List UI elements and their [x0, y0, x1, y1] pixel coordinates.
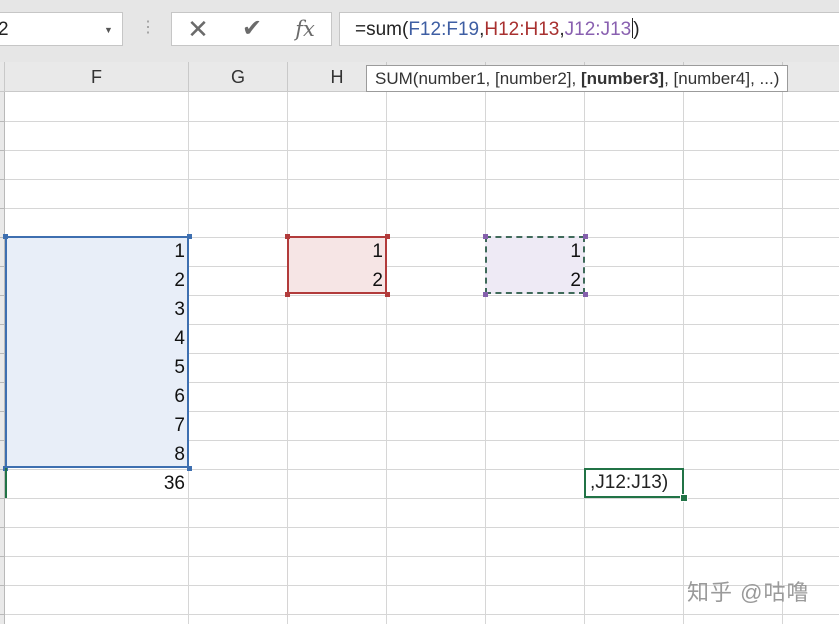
column-header-m[interactable]	[783, 62, 839, 92]
range-corner-handle[interactable]	[583, 292, 588, 297]
tooltip-suffix: , [number4], ...)	[664, 69, 780, 88]
range-corner-handle[interactable]	[187, 234, 192, 239]
tooltip-current-arg: [number3]	[580, 69, 665, 88]
column-header-f[interactable]: F	[5, 62, 189, 92]
formula-ref-h: H12:H13	[484, 19, 560, 40]
cell-value[interactable]: 1	[485, 237, 581, 266]
sum-total-cell[interactable]: 36	[5, 469, 185, 498]
cell-value[interactable]: 4	[5, 324, 185, 353]
range-corner-handle[interactable]	[385, 292, 390, 297]
cell-value[interactable]: 6	[5, 382, 185, 411]
insert-function-button[interactable]: fx	[285, 13, 325, 45]
range-corner-handle[interactable]	[187, 466, 192, 471]
cell-grid[interactable]: 12345678 12 12 36	[3, 92, 839, 624]
cell-value[interactable]: 1	[5, 237, 185, 266]
cell-value[interactable]: 1	[287, 237, 383, 266]
formula-ref-j: J12:J13	[564, 19, 632, 40]
range-corner-handle[interactable]	[385, 234, 390, 239]
cell-value[interactable]: 5	[5, 353, 185, 382]
drag-handle-icon[interactable]: ⋮	[140, 12, 156, 46]
active-row-indicator	[5, 468, 7, 498]
cell-value[interactable]: 2	[287, 266, 383, 295]
formula-prefix: =sum(	[355, 19, 409, 40]
range-corner-handle[interactable]	[583, 234, 588, 239]
active-cell-text: ,J12:J13)	[590, 472, 669, 493]
formula-suffix: )	[633, 19, 640, 40]
cell-value[interactable]: 2	[485, 266, 581, 295]
cell-value[interactable]: 2	[5, 266, 185, 295]
check-icon[interactable]: ✔	[232, 13, 272, 45]
cell-value[interactable]: 7	[5, 411, 185, 440]
watermark: 知乎 @咕噜	[687, 580, 810, 605]
name-box-value: 2	[0, 19, 9, 40]
formula-bar-area: 2 ▼ ⋮ ✕ ✔ fx =sum(F12:F19,H12:H13,J12:J1…	[0, 0, 839, 62]
function-tooltip: SUM(number1, [number2], [number3], [numb…	[366, 65, 789, 92]
name-box[interactable]: 2 ▼	[0, 12, 123, 46]
column-header-g[interactable]: G	[189, 62, 288, 92]
chevron-down-icon[interactable]: ▼	[104, 13, 113, 47]
active-cell-editor[interactable]: ,J12:J13)	[584, 468, 684, 498]
fill-handle[interactable]	[680, 494, 688, 502]
formula-buttons: ✕ ✔ fx	[171, 12, 332, 46]
formula-ref-f: F12:F19	[408, 19, 480, 40]
cell-value[interactable]: 8	[5, 440, 185, 469]
tooltip-prefix: SUM(number1, [number2],	[375, 69, 581, 88]
cancel-icon[interactable]: ✕	[178, 13, 218, 45]
cell-value[interactable]: 3	[5, 295, 185, 324]
formula-input[interactable]: =sum(F12:F19,H12:H13,J12:J13)	[339, 12, 839, 46]
formula-text: =sum(F12:F19,H12:H13,J12:J13)	[355, 13, 640, 47]
